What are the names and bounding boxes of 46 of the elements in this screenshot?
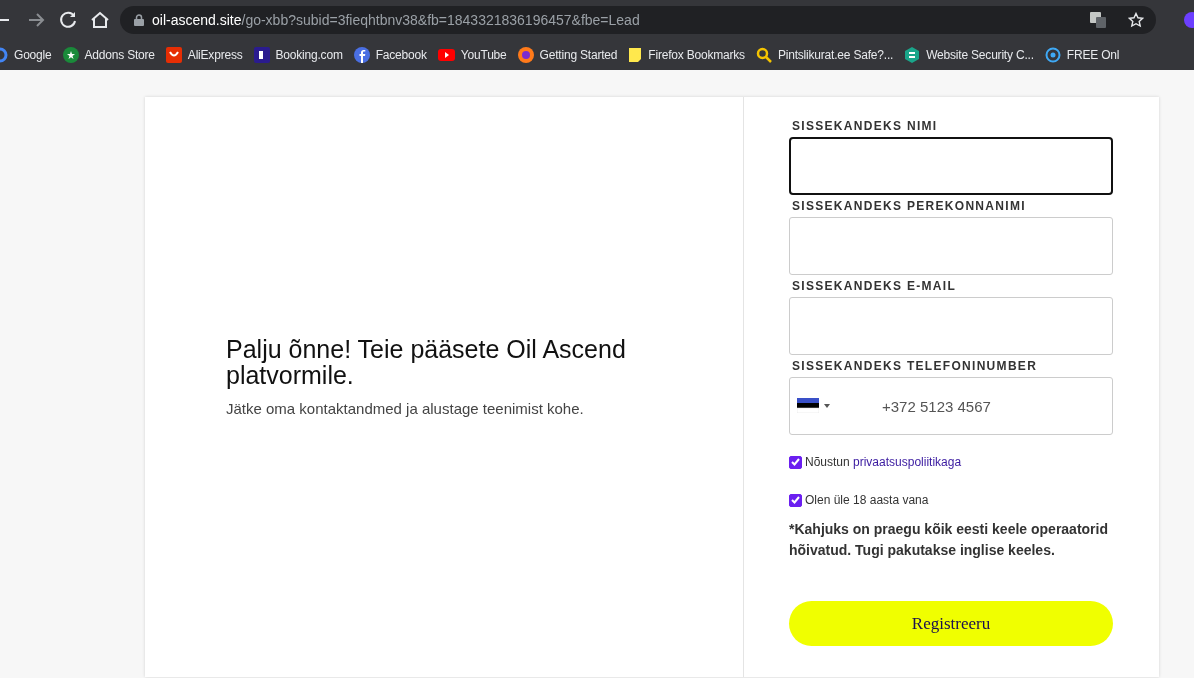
flag-dropdown[interactable] <box>797 398 830 413</box>
star-circle-icon <box>62 47 79 63</box>
register-button[interactable]: Registreeru <box>789 601 1113 646</box>
note-icon <box>628 47 643 63</box>
bag-icon <box>165 47 182 63</box>
subtitle: Jätke oma kontaktandmed ja alustage teenimist kohe. <box>226 399 585 417</box>
input-field[interactable] <box>789 137 1113 195</box>
checkmark-icon <box>791 496 800 504</box>
address-bar[interactable]: oil-ascend.site/go-xbb?subid=3fieqhtbnv38&fb=1843321836196457&fbe=Lead <box>120 6 1156 34</box>
hexagon-icon <box>904 47 921 63</box>
url-path: /go-xbb?subid=3fieqhtbnv38&fb=1843321836196457&fbe=Lead <box>241 12 640 28</box>
translate-icon[interactable] <box>1090 12 1106 28</box>
bookmark-item[interactable]: FREE Onl <box>1044 47 1120 63</box>
field-label: SISSEKANDEKS TELEFONINUMBER <box>791 359 1039 375</box>
circle-arrows-icon <box>1044 47 1061 63</box>
play-icon <box>437 49 455 61</box>
bookmark-star-icon[interactable] <box>1128 12 1144 28</box>
bookmark-item[interactable]: YouTube <box>437 48 507 62</box>
checkbox-label: Nõustun privaatsuspoliitikaga <box>805 455 962 469</box>
privacy-policy-link[interactable]: privaatsuspoliitikaga <box>853 455 962 469</box>
bookmark-item[interactable]: Pintslikurat.ee Safe?... <box>755 47 894 63</box>
lock-icon <box>134 14 144 26</box>
phone-field[interactable]: +372 5123 4567 <box>789 377 1113 435</box>
caret-icon <box>824 403 830 408</box>
magnifier-icon <box>755 47 772 63</box>
bookmark-item[interactable]: Getting Started <box>517 47 618 63</box>
checkbox[interactable] <box>789 493 802 507</box>
checkbox[interactable] <box>789 455 802 469</box>
square-letter-icon <box>253 47 270 63</box>
field-label: SISSEKANDEKS PEREKONNANIMI <box>791 199 1027 215</box>
heading: Palju õnne! Teie pääsete Oil Ascend platvormile. <box>226 335 627 388</box>
flag-icon <box>797 398 819 413</box>
field-label: SISSEKANDEKS E-MAIL <box>791 279 958 295</box>
field-label: SISSEKANDEKS NIMI <box>791 119 939 135</box>
bookmark-item[interactable]: Facebook <box>353 47 427 63</box>
url-host: oil-ascend.site <box>152 12 242 28</box>
bookmark-item[interactable]: Google <box>0 47 52 63</box>
bookmark-item[interactable]: Booking.com <box>253 47 343 63</box>
bookmark-item[interactable]: Addons Store <box>62 47 155 63</box>
bookmark-item[interactable]: Website Security C... <box>904 47 1034 63</box>
checkbox-label: Olen üle 18 aasta vana <box>805 493 929 507</box>
notice-text: *Kahjuks on praegu kõik eesti keele operaatorid hõivatud. Tugi pakutakse inglise keeles. <box>789 520 1109 560</box>
bookmark-item[interactable]: Firefox Bookmarks <box>628 47 745 63</box>
bookmark-item[interactable]: AliExpress <box>165 47 243 63</box>
checkmark-icon <box>791 458 800 466</box>
round-f-icon <box>353 47 370 63</box>
